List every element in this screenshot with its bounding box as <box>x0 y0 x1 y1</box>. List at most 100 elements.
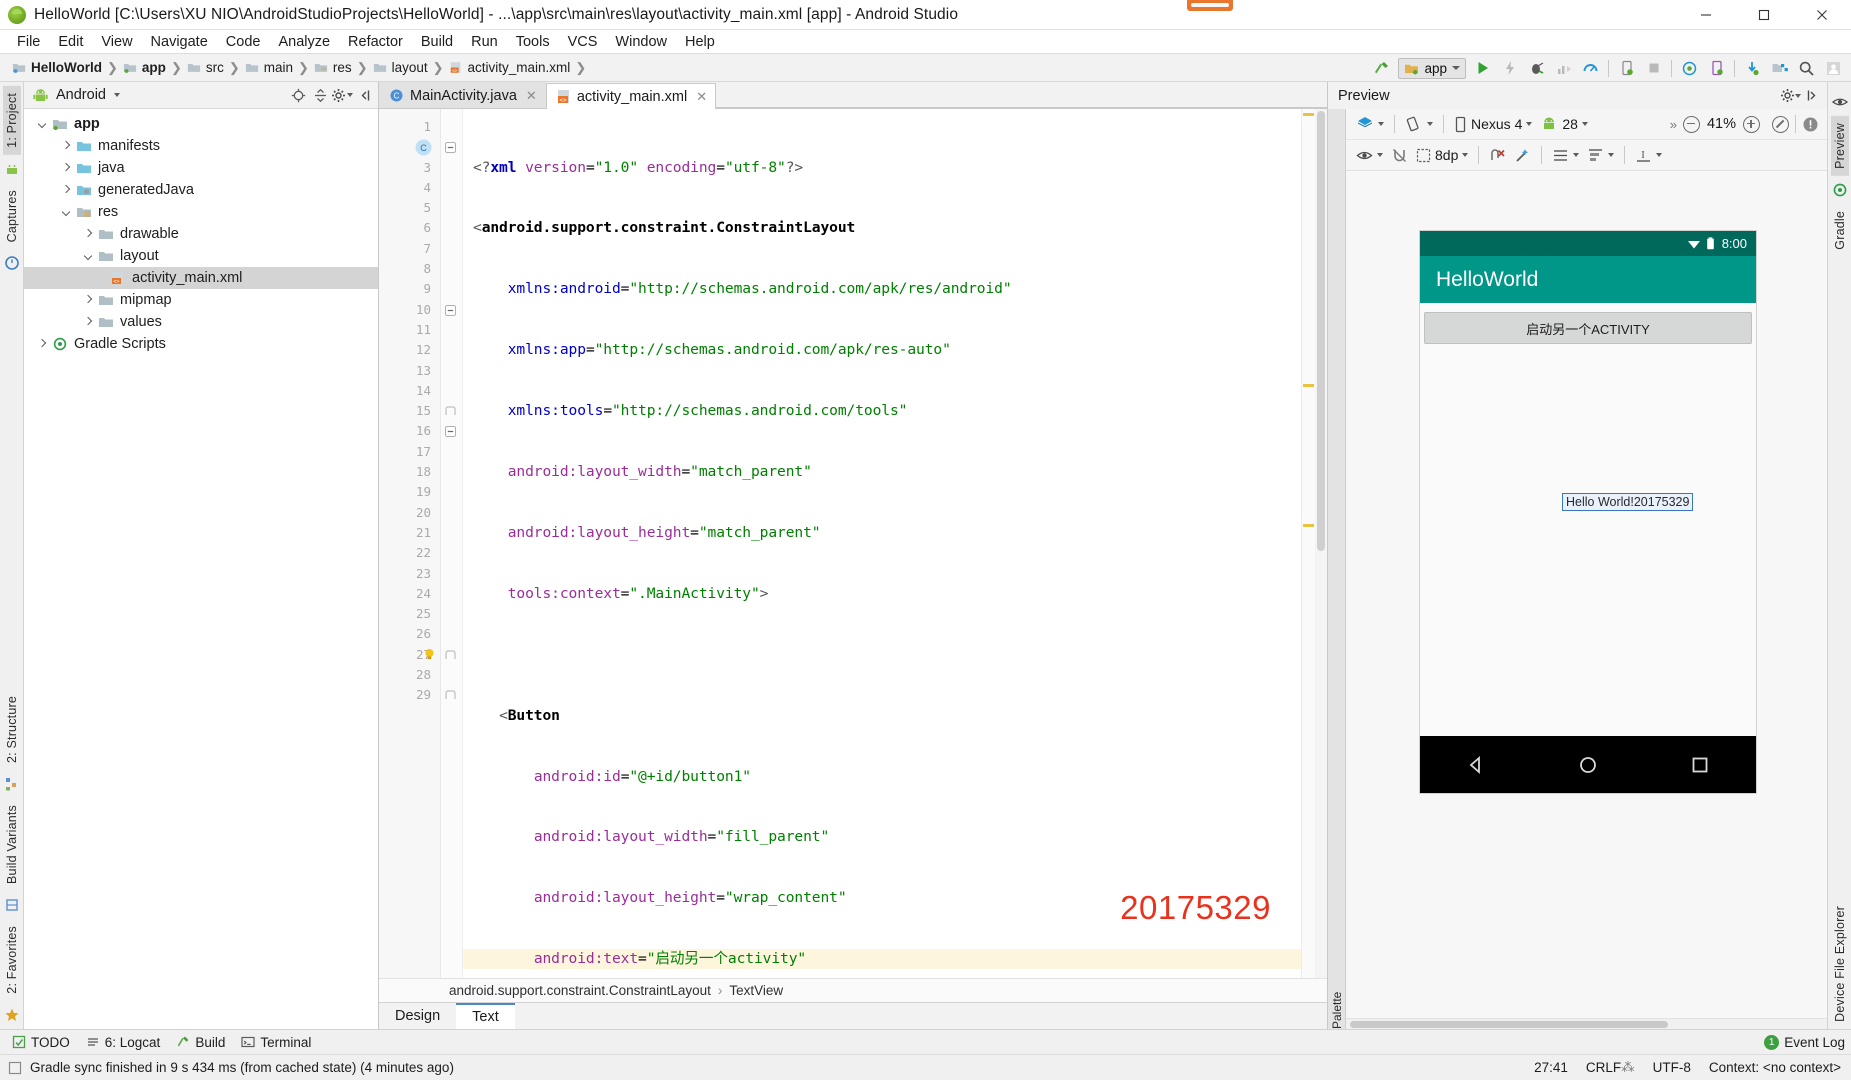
breadcrumb-item-main[interactable]: main <box>245 60 293 75</box>
stop-button[interactable] <box>1640 56 1667 80</box>
sidebar-item-gradle[interactable]: Gradle <box>1831 204 1849 257</box>
breadcrumb-item-app[interactable]: app <box>123 60 166 75</box>
device-preview[interactable]: 8:00 HelloWorld 启动另一个ACTIVITY Hello Worl… <box>1420 231 1756 793</box>
sdk-manager-button[interactable] <box>1676 56 1703 80</box>
tool-window-terminal[interactable]: Terminal <box>235 1032 321 1053</box>
fold-end-icon[interactable] <box>445 406 456 417</box>
tree-item-manifests[interactable]: manifests <box>24 135 378 157</box>
breadcrumb-item-project[interactable]: HelloWorld <box>12 60 102 75</box>
menu-file[interactable]: File <box>8 32 49 52</box>
settings-gear-button[interactable] <box>331 84 353 106</box>
zoom-in-button[interactable] <box>1743 115 1760 133</box>
gutter-marker-intention-bulb[interactable] <box>425 645 462 665</box>
chevron-right-icon[interactable] <box>82 316 95 329</box>
device-selector[interactable]: Nexus 4 <box>1450 112 1536 136</box>
scrollbar-thumb[interactable] <box>1350 1021 1668 1028</box>
scrollbar-thumb[interactable] <box>1317 111 1325 551</box>
tree-item-layout[interactable]: layout <box>24 245 378 267</box>
project-structure-button[interactable] <box>1766 56 1793 80</box>
user-account-button[interactable] <box>1820 56 1847 80</box>
tab-mainactivity-java[interactable]: C MainActivity.java ✕ <box>379 82 546 108</box>
avd-open-button[interactable] <box>1703 56 1730 80</box>
editor-vertical-scrollbar[interactable] <box>1315 109 1327 978</box>
palette-rail[interactable]: Palette <box>1328 109 1346 1029</box>
menu-navigate[interactable]: Navigate <box>142 32 217 52</box>
fold-end-icon[interactable] <box>445 690 456 701</box>
marker-warning[interactable] <box>1303 524 1314 527</box>
preview-canvas[interactable]: 8:00 HelloWorld 启动另一个ACTIVITY Hello Worl… <box>1346 171 1827 1018</box>
chevron-right-icon[interactable] <box>36 338 49 351</box>
run-configuration-selector[interactable]: app <box>1398 57 1466 79</box>
autoconnect-button[interactable] <box>1387 143 1412 167</box>
tool-window-todo[interactable]: TODO <box>6 1032 80 1053</box>
menu-window[interactable]: Window <box>606 32 676 52</box>
hide-panel-button[interactable] <box>353 84 375 106</box>
make-project-button[interactable] <box>1368 56 1395 80</box>
chevron-right-icon[interactable] <box>82 228 95 241</box>
menu-run[interactable]: Run <box>462 32 507 52</box>
default-margin-button[interactable]: 8dp <box>1412 143 1472 167</box>
infer-constraints-button[interactable] <box>1510 143 1535 167</box>
preview-hide-button[interactable] <box>1801 85 1823 107</box>
device-button-widget[interactable]: 启动另一个ACTIVITY <box>1424 312 1752 344</box>
sidebar-item-build-variants[interactable]: Build Variants <box>3 798 21 891</box>
gutter-marker-fold-button[interactable] <box>441 421 462 441</box>
tab-design[interactable]: Design <box>379 1003 456 1029</box>
file-encoding[interactable]: UTF-8 <box>1653 1060 1691 1075</box>
tree-item-gradle-scripts[interactable]: Gradle Scripts <box>24 333 378 355</box>
breadcrumb-item-src[interactable]: src <box>187 60 224 75</box>
gutter-marker-fold-end[interactable] <box>441 401 462 421</box>
palette-label[interactable]: Palette <box>1330 121 1344 1029</box>
run-button[interactable] <box>1469 56 1496 80</box>
tool-window-build[interactable]: Build <box>170 1032 235 1053</box>
clear-constraints-button[interactable] <box>1485 143 1510 167</box>
menu-help[interactable]: Help <box>676 32 724 52</box>
tree-item-activity-main-xml[interactable]: <> activity_main.xml <box>24 267 378 289</box>
chevron-right-icon[interactable] <box>60 184 73 197</box>
guidelines-button[interactable] <box>1548 143 1583 167</box>
breadcrumb-item-res[interactable]: res <box>314 60 352 75</box>
sidebar-item-captures[interactable]: Captures <box>3 183 21 249</box>
chevron-right-icon[interactable] <box>60 162 73 175</box>
context-indicator[interactable]: Context: <no context> <box>1709 1060 1841 1075</box>
caret-position[interactable]: 27:41 <box>1534 1060 1568 1075</box>
menu-edit[interactable]: Edit <box>49 32 92 52</box>
debug-button[interactable] <box>1523 56 1550 80</box>
maximize-button[interactable] <box>1735 0 1793 30</box>
preview-horizontal-scrollbar[interactable] <box>1346 1018 1827 1029</box>
chevron-down-icon[interactable] <box>82 250 95 263</box>
menu-refactor[interactable]: Refactor <box>339 32 412 52</box>
menu-view[interactable]: View <box>92 32 141 52</box>
menu-code[interactable]: Code <box>217 32 270 52</box>
code-editor[interactable]: 1 2 3 4 5 6 7 8 9 10 11 12 13 14 15 16 1 <box>379 109 1327 978</box>
preview-settings-button[interactable] <box>1779 85 1801 107</box>
scroll-from-source-button[interactable] <box>287 84 309 106</box>
sidebar-item-favorites[interactable]: 2: Favorites <box>3 919 21 1001</box>
sync-gradle-button[interactable] <box>1739 56 1766 80</box>
marker-warning[interactable] <box>1303 384 1314 387</box>
close-button[interactable] <box>1793 0 1851 30</box>
fold-collapse-icon[interactable] <box>445 304 456 316</box>
run-with-coverage-button[interactable] <box>1550 56 1577 80</box>
menu-vcs[interactable]: VCS <box>559 32 607 52</box>
sidebar-item-preview[interactable]: Preview <box>1830 116 1849 176</box>
chevron-down-icon[interactable] <box>36 118 49 131</box>
chevron-right-icon[interactable] <box>82 294 95 307</box>
menu-build[interactable]: Build <box>412 32 462 52</box>
breadcrumb-item-layout[interactable]: layout <box>373 60 428 75</box>
search-everywhere-button[interactable] <box>1793 56 1820 80</box>
gutter-marker-fold-button[interactable] <box>441 300 462 320</box>
tree-item-java[interactable]: java <box>24 157 378 179</box>
show-constraints-button[interactable] <box>1352 143 1387 167</box>
baseline-button[interactable]: I <box>1631 143 1666 167</box>
tab-text[interactable]: Text <box>456 1003 515 1029</box>
home-circle-icon[interactable] <box>1577 754 1599 776</box>
marker-warning[interactable] <box>1303 113 1314 116</box>
zoom-to-fit-button[interactable] <box>1772 115 1789 133</box>
api-level-selector[interactable]: 28 <box>1536 112 1592 136</box>
apply-changes-button[interactable] <box>1496 56 1523 80</box>
sidebar-item-project[interactable]: 1: Project <box>2 86 21 155</box>
event-log-area[interactable]: 1 Event Log <box>1764 1034 1845 1050</box>
sidebar-item-device-file-explorer[interactable]: Device File Explorer <box>1831 899 1849 1029</box>
device-textview-widget[interactable]: Hello World!20175329 <box>1562 493 1694 511</box>
